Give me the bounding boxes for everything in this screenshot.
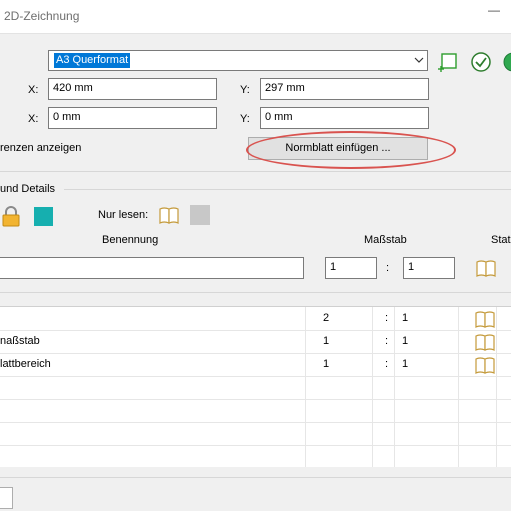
offset-y-label: Y: — [240, 113, 250, 125]
details-section-title: und Details — [0, 183, 56, 195]
color-swatch[interactable] — [34, 207, 53, 226]
minimize-button[interactable]: — — [488, 3, 500, 17]
row-scale-a: 1 — [323, 358, 330, 370]
row-scale-sep: : — [385, 358, 389, 370]
status-bar — [0, 477, 511, 511]
column-divider — [305, 307, 306, 467]
lock-icon[interactable] — [0, 205, 22, 230]
column-header-benennung[interactable]: Benennung — [102, 234, 158, 246]
column-header-massstab[interactable]: Maßstab — [364, 234, 407, 246]
row-name: naßstab — [0, 335, 40, 347]
confirm-check-icon[interactable] — [470, 51, 492, 76]
row-divider — [0, 445, 511, 446]
row-divider — [0, 330, 511, 331]
benennung-input[interactable] — [0, 257, 304, 279]
column-divider — [458, 307, 459, 467]
row-name: lattbereich — [0, 358, 51, 370]
row-scale-b: 1 — [402, 358, 409, 370]
book-icon[interactable] — [474, 332, 496, 355]
column-divider — [372, 307, 373, 467]
book-icon[interactable] — [158, 205, 180, 228]
window-title: 2D-Zeichnung — [4, 9, 80, 23]
row-scale-b: 1 — [402, 312, 409, 324]
chevron-down-icon[interactable] — [413, 52, 425, 68]
book-icon[interactable] — [474, 309, 496, 332]
format-select[interactable]: A3 Querformat — [48, 50, 428, 71]
row-scale-a: 1 — [323, 335, 330, 347]
format-select-value: A3 Querformat — [54, 53, 131, 68]
details-section-line — [64, 189, 511, 190]
row-divider — [0, 422, 511, 423]
size-y-input[interactable]: 297 mm — [260, 78, 429, 100]
row-scale-b: 1 — [402, 335, 409, 347]
size-x-label: X: — [28, 84, 39, 96]
read-only-label: Nur lesen: — [98, 209, 149, 221]
status-field[interactable] — [0, 487, 13, 509]
size-y-label: Y: — [240, 84, 250, 96]
row-divider — [0, 353, 511, 354]
row-divider — [0, 376, 511, 377]
sheet-table: 2 : 1 naßstab 1 : 1 lattbereich 1: 1 — [0, 306, 511, 467]
normblatt-insert-button[interactable]: Normblatt einfügen ... — [248, 137, 428, 160]
row-scale-sep: : — [385, 335, 389, 347]
scale-separator: : — [386, 262, 390, 274]
column-header-status[interactable]: Stat — [491, 234, 511, 246]
column-divider — [394, 307, 395, 467]
row-scale-sep: : — [385, 312, 389, 324]
offset-x-label: X: — [28, 113, 39, 125]
section-divider — [0, 171, 511, 172]
size-x-input[interactable]: 420 mm — [48, 78, 217, 100]
book-icon[interactable] — [475, 258, 497, 281]
add-sheet-icon[interactable] — [437, 51, 459, 76]
accept-icon[interactable] — [502, 51, 511, 76]
show-limits-checkbox[interactable]: renzen anzeigen — [0, 142, 81, 154]
book-icon[interactable] — [474, 355, 496, 378]
table-divider — [0, 292, 511, 293]
title-bar: 2D-Zeichnung — — [0, 0, 511, 34]
column-divider — [496, 307, 497, 467]
row-scale-a: 2 — [323, 312, 330, 324]
scale-b-input[interactable]: 1 — [403, 257, 455, 279]
row-divider — [0, 399, 511, 400]
offset-x-input[interactable]: 0 mm — [48, 107, 217, 129]
scale-a-input[interactable]: 1 — [325, 257, 377, 279]
offset-y-input[interactable]: 0 mm — [260, 107, 429, 129]
read-only-swatch[interactable] — [190, 205, 210, 225]
